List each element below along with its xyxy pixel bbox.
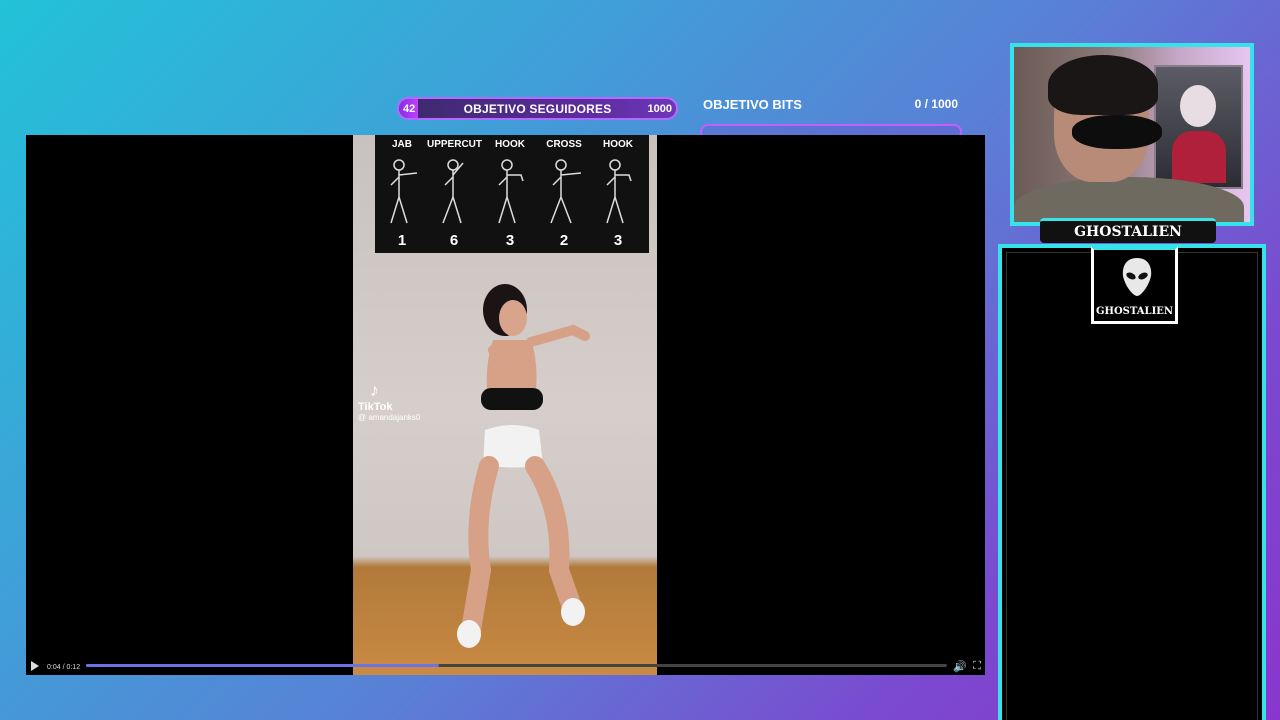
move-count: 3 <box>613 232 623 249</box>
move-count: 1 <box>397 232 407 249</box>
volume-icon[interactable]: 🔊 <box>953 660 967 673</box>
tiktok-brand: TikTok <box>358 401 393 413</box>
move-count: 3 <box>505 232 515 249</box>
seek-progress <box>86 664 439 667</box>
move-column: UPPERCUT 6 <box>427 135 483 253</box>
move-column: HOOK 3 <box>483 135 537 253</box>
move-count: 6 <box>449 232 459 249</box>
boxing-moves-chart: JAB 1 UPPERCUT 6 HOOK 3 CROSS 2 HOOK 3 <box>375 135 649 253</box>
play-icon[interactable] <box>31 661 39 671</box>
poster-face <box>1180 85 1216 127</box>
video-player[interactable]: JAB 1 UPPERCUT 6 HOOK 3 CROSS 2 HOOK 3 ♪… <box>26 135 985 675</box>
move-name: HOOK <box>603 139 633 150</box>
alien-head-icon <box>1122 258 1152 296</box>
webcam-feed <box>1010 43 1254 226</box>
move-name: HOOK <box>495 139 525 150</box>
tiktok-watermark: ♪ TikTok @ amandajanks0 <box>358 380 420 422</box>
webcam-name-label: GHOSTALIEN <box>1040 218 1216 243</box>
channel-logo-text: GHOSTALIEN <box>1095 306 1174 317</box>
move-column: JAB 1 <box>375 135 429 253</box>
move-column: HOOK 3 <box>591 135 645 253</box>
player-controls: 0:04 / 0:12 🔊 ⛶ <box>26 657 985 675</box>
dancer-figure <box>457 284 590 648</box>
mask-icon <box>1072 115 1162 149</box>
bits-goal-title: OBJETIVO BITS <box>703 97 802 112</box>
follower-goal-target: 1000 <box>647 102 672 115</box>
channel-logo: GHOSTALIEN <box>1091 246 1178 324</box>
fighter-figure-icon <box>550 159 581 224</box>
video-frame: JAB 1 UPPERCUT 6 HOOK 3 CROSS 2 HOOK 3 ♪… <box>353 135 657 675</box>
tiktok-logo-icon: ♪ <box>370 380 379 400</box>
seek-bar[interactable] <box>86 664 947 667</box>
time-display: 0:04 / 0:12 <box>47 664 81 671</box>
move-count: 2 <box>559 232 569 249</box>
fighter-figure-icon <box>390 159 418 224</box>
bits-goal-count: 0 / 1000 <box>914 97 958 111</box>
fighter-figure-icon <box>498 159 524 224</box>
fullscreen-icon[interactable]: ⛶ <box>973 660 981 673</box>
follower-goal-bar: 42 OBJETIVO SEGUIDORES 1000 <box>397 97 678 120</box>
move-name: CROSS <box>546 139 582 150</box>
tiktok-handle: @ amandajanks0 <box>358 413 421 422</box>
poster-dress <box>1172 131 1226 183</box>
follower-goal-title: OBJETIVO SEGUIDORES <box>463 101 612 116</box>
move-name: UPPERCUT <box>427 139 483 150</box>
move-name: JAB <box>391 139 412 150</box>
fighter-figure-icon <box>606 159 632 224</box>
fighter-figure-icon <box>442 159 464 224</box>
wall-poster <box>1154 65 1243 189</box>
streamer-hair <box>1048 55 1158 115</box>
move-column: CROSS 2 <box>537 135 591 253</box>
